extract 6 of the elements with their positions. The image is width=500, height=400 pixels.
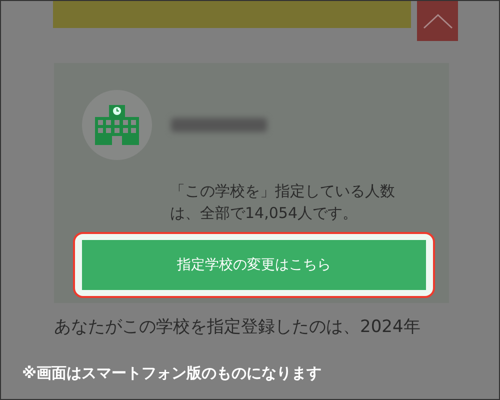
change-school-button[interactable]: 指定学校の変更はこちら [82,240,426,290]
count-text: 「この学校を」指定している人数は、全部で14,054人です。 [170,181,396,224]
caption-text: ※画面はスマートフォン版のものになります [22,364,323,383]
registration-text: あなたがこの学校を指定登録したのは、2024年 [54,316,422,338]
chevron-up-icon [422,13,452,29]
scroll-top-button[interactable] [417,1,458,41]
